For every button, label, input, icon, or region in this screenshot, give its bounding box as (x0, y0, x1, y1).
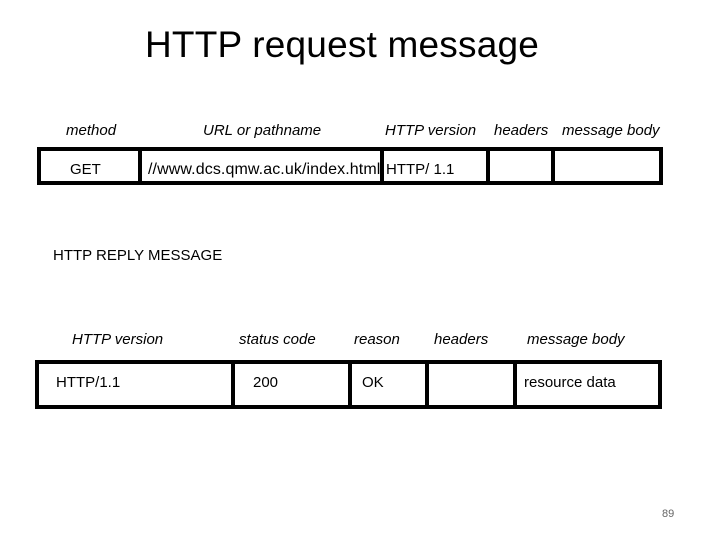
request-cell-method: GET (70, 161, 101, 178)
request-divider-method (138, 147, 142, 185)
reply-cell-version: HTTP/1.1 (56, 374, 121, 391)
request-label-method: method (66, 122, 117, 139)
reply-divider-version (231, 360, 235, 409)
page-number: 89 (662, 508, 675, 520)
reply-label-headers: headers (434, 331, 489, 348)
reply-divider-reason (425, 360, 429, 409)
request-label-headers: headers (494, 122, 549, 139)
reply-cell-status: 200 (253, 374, 279, 391)
reply-divider-status (348, 360, 352, 409)
slide-title: HTTP request message (145, 24, 540, 65)
request-label-version: HTTP version (385, 122, 477, 139)
reply-cell-body: resource data (524, 374, 616, 391)
request-divider-headers (551, 149, 555, 185)
request-divider-version (486, 147, 490, 185)
request-cell-version: HTTP/ 1.1 (386, 161, 455, 178)
reply-section-title: HTTP REPLY MESSAGE (53, 247, 223, 264)
reply-cell-reason: OK (362, 374, 384, 391)
reply-label-body: message body (527, 331, 625, 348)
request-label-body: message body (562, 122, 660, 139)
reply-label-version: HTTP version (72, 331, 164, 348)
request-cell-url: //www.dcs.qmw.ac.uk/index.html (148, 161, 381, 178)
reply-label-reason: reason (354, 331, 400, 348)
reply-divider-headers (513, 360, 517, 409)
request-label-url: URL or pathname (203, 122, 322, 139)
request-divider-url (380, 147, 384, 185)
reply-label-status: status code (239, 331, 316, 348)
